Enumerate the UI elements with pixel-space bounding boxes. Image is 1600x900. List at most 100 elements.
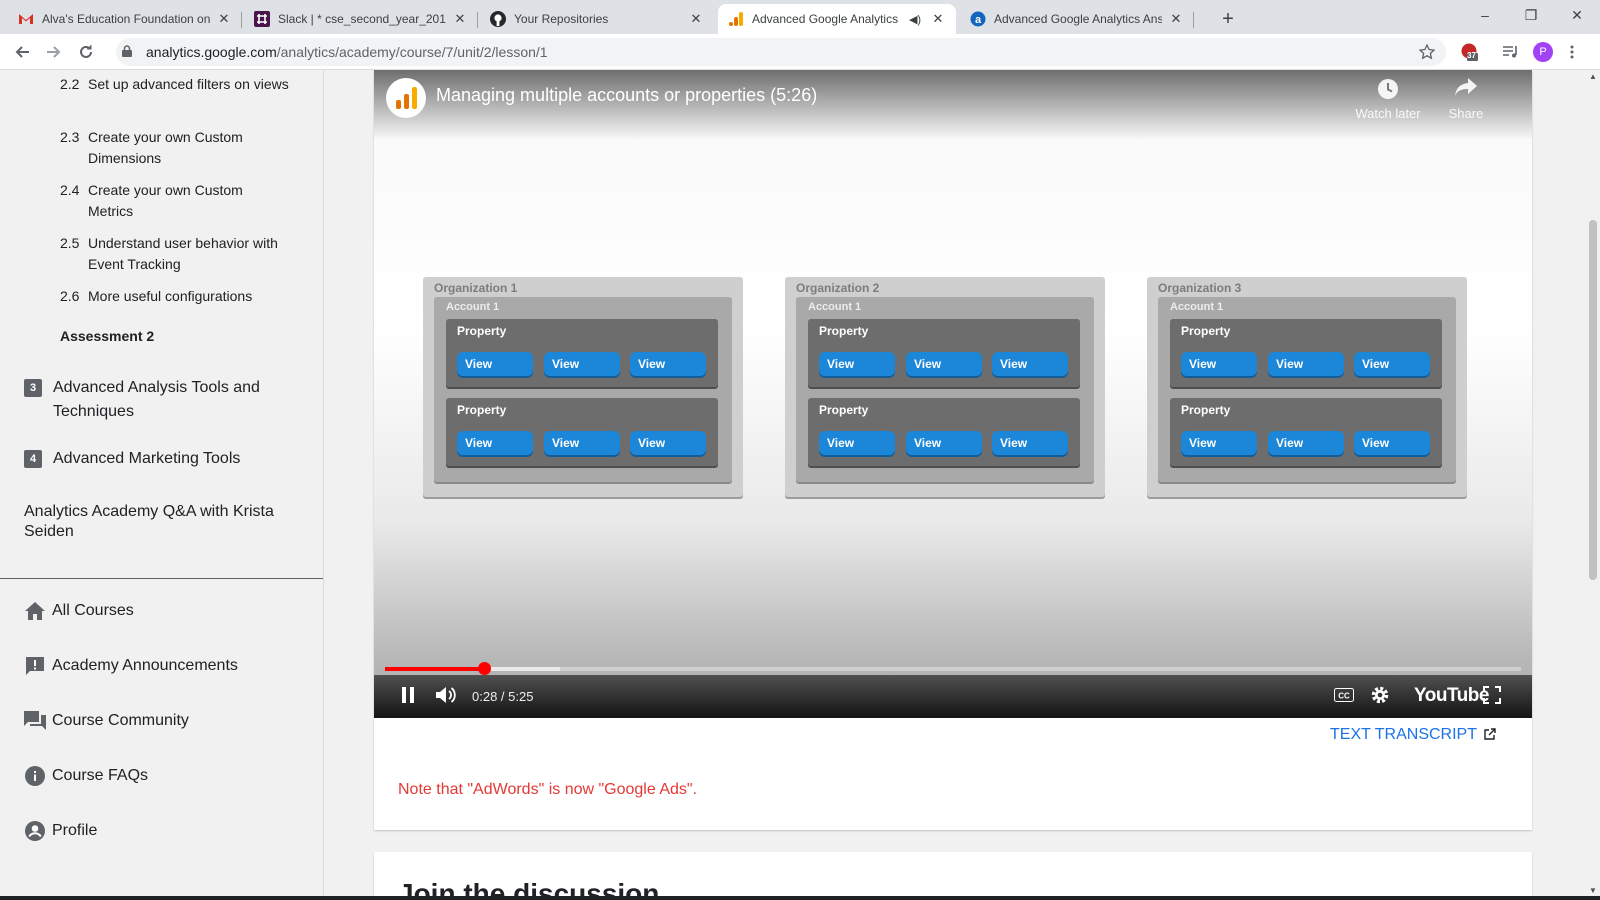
url-host: analytics.google.com bbox=[146, 44, 277, 60]
video-title[interactable]: Managing multiple accounts or properties… bbox=[436, 85, 817, 106]
profile-initial: P bbox=[1533, 42, 1553, 62]
menu-item-label: Course FAQs bbox=[52, 767, 149, 784]
tab-answers[interactable]: a Advanced Google Analytics Answ ✕ bbox=[960, 4, 1194, 34]
tab-slack[interactable]: Slack | * cse_second_year_2019_2 ✕ bbox=[244, 4, 478, 34]
organization-box: Organization 3 Account 1 Property View View V… bbox=[1147, 277, 1467, 497]
back-arrow-icon[interactable] bbox=[10, 40, 34, 64]
youtube-logo[interactable]: YouTube bbox=[1414, 685, 1489, 707]
close-icon[interactable]: ✕ bbox=[216, 11, 232, 27]
minimize-button[interactable]: – bbox=[1462, 0, 1508, 30]
view-box: View bbox=[1354, 431, 1430, 455]
account-icon bbox=[24, 820, 46, 842]
captions-icon[interactable]: CC bbox=[1332, 683, 1356, 707]
account-label: Account 1 bbox=[446, 301, 500, 313]
media-control-icon[interactable] bbox=[1502, 43, 1520, 61]
property-label: Property bbox=[819, 403, 869, 417]
close-icon[interactable]: ✕ bbox=[1168, 11, 1184, 27]
slack-icon bbox=[254, 11, 270, 27]
scrubber-handle[interactable] bbox=[477, 662, 491, 675]
menu-item-profile[interactable]: Profile bbox=[24, 820, 97, 842]
view-box: View bbox=[819, 352, 895, 376]
pause-icon[interactable] bbox=[396, 683, 420, 707]
property-box: Property View View View bbox=[446, 398, 718, 466]
fullscreen-icon[interactable] bbox=[1480, 683, 1504, 707]
analytics-icon bbox=[728, 11, 744, 27]
close-icon[interactable]: ✕ bbox=[930, 11, 946, 27]
share-button[interactable]: Share bbox=[1426, 78, 1506, 121]
unit-number-badge: 4 bbox=[24, 450, 42, 468]
progress-bar[interactable] bbox=[385, 662, 1521, 675]
progress-played bbox=[385, 667, 484, 671]
unit-link[interactable]: 3 Advanced Analysis Tools and Techniques bbox=[24, 376, 294, 424]
assessment-link[interactable]: Assessment 2 bbox=[60, 328, 154, 344]
watch-later-button[interactable]: Watch later bbox=[1348, 78, 1428, 121]
unit-label: Advanced Analysis Tools and Techniques bbox=[53, 379, 260, 420]
menu-item-all-courses[interactable]: All Courses bbox=[24, 600, 134, 622]
course-sidebar: 2.2 Set up advanced filters on views 2.3… bbox=[0, 70, 324, 900]
tab-advanced-google-analytics[interactable]: Advanced Google Analytics ◀) ✕ bbox=[718, 4, 956, 34]
adblock-extension-icon[interactable]: 37 bbox=[1458, 43, 1480, 61]
maximize-button[interactable]: ❐ bbox=[1508, 0, 1554, 30]
lesson-link[interactable]: 2.5 Understand user behavior with Event … bbox=[60, 233, 290, 275]
avatar[interactable]: P bbox=[1532, 42, 1554, 62]
scroll-thumb[interactable] bbox=[1589, 220, 1597, 580]
lesson-label: Understand user behavior with Event Trac… bbox=[88, 235, 278, 272]
tab-strip: Alva's Education Foundation on S ✕ Slack… bbox=[0, 0, 1600, 34]
close-icon[interactable]: ✕ bbox=[688, 11, 704, 27]
announcement-icon bbox=[24, 655, 46, 677]
scroll-down-arrow-icon[interactable]: ▼ bbox=[1586, 886, 1600, 895]
view-box: View bbox=[630, 431, 706, 455]
lesson-link[interactable]: 2.3 Create your own Custom Dimensions bbox=[60, 127, 290, 169]
view-box: View bbox=[992, 431, 1068, 455]
tab-title: Slack | * cse_second_year_2019_2 bbox=[278, 12, 446, 26]
view-box: View bbox=[544, 431, 620, 455]
video-controls: 0:28 / 5:25 CC YouTube bbox=[374, 675, 1532, 718]
lesson-link[interactable]: 2.2 Set up advanced filters on views bbox=[60, 74, 290, 95]
property-label: Property bbox=[457, 324, 507, 338]
menu-item-announcements[interactable]: Academy Announcements bbox=[24, 655, 238, 677]
lesson-link[interactable]: 2.4 Create your own Custom Metrics bbox=[60, 180, 290, 222]
lesson-label: Create your own Custom Dimensions bbox=[88, 129, 243, 166]
account-box: Account 1 Property View View View Property Vie… bbox=[434, 297, 732, 482]
reload-icon[interactable] bbox=[74, 40, 98, 64]
unit-link[interactable]: 4 Advanced Marketing Tools bbox=[24, 447, 294, 471]
speaker-icon[interactable]: ◀) bbox=[906, 13, 924, 26]
lock-icon bbox=[122, 44, 136, 60]
menu-item-course-faqs[interactable]: Course FAQs bbox=[24, 765, 148, 787]
page-scrollbar[interactable]: ▲ ▼ bbox=[1586, 70, 1600, 900]
menu-item-label: Profile bbox=[52, 822, 98, 839]
qa-link[interactable]: Analytics Academy Q&A with Krista Seiden bbox=[24, 502, 294, 542]
tab-separator bbox=[477, 12, 478, 28]
window-close-button[interactable]: ✕ bbox=[1554, 0, 1600, 30]
view-box: View bbox=[457, 431, 533, 455]
tab-github[interactable]: Your Repositories ✕ bbox=[480, 4, 714, 34]
lesson-link[interactable]: 2.6 More useful configurations bbox=[60, 286, 300, 307]
text-transcript-link[interactable]: TEXT TRANSCRIPT bbox=[1330, 726, 1496, 744]
menu-item-label: All Courses bbox=[52, 602, 134, 619]
unit-number-badge: 3 bbox=[24, 379, 42, 397]
star-icon[interactable] bbox=[1418, 43, 1436, 61]
analytics-logo-icon[interactable] bbox=[386, 78, 426, 118]
settings-gear-icon[interactable] bbox=[1368, 683, 1392, 707]
url-path: /analytics/academy/course/7/unit/2/lesso… bbox=[276, 44, 548, 60]
address-bar[interactable]: analytics.google.com/analytics/academy/c… bbox=[116, 38, 1446, 66]
tab-gmail[interactable]: Alva's Education Foundation on S ✕ bbox=[8, 4, 242, 34]
lesson-label: Set up advanced filters on views bbox=[88, 76, 289, 92]
adwords-note: Note that "AdWords" is now "Google Ads". bbox=[398, 781, 698, 798]
organization-box: Organization 2 Account 1 Property View View V… bbox=[785, 277, 1105, 497]
view-box: View bbox=[1181, 352, 1257, 376]
lesson-label: More useful configurations bbox=[88, 288, 253, 304]
view-box: View bbox=[1268, 352, 1344, 376]
menu-item-course-community[interactable]: Course Community bbox=[24, 710, 189, 732]
forward-arrow-icon[interactable] bbox=[42, 40, 66, 64]
video-player[interactable]: Managing multiple accounts or properties… bbox=[374, 70, 1532, 718]
kebab-menu-icon[interactable] bbox=[1566, 43, 1578, 61]
new-tab-button[interactable]: + bbox=[1214, 5, 1242, 33]
view-box: View bbox=[630, 352, 706, 376]
volume-icon[interactable] bbox=[434, 683, 460, 707]
close-icon[interactable]: ✕ bbox=[452, 11, 468, 27]
menu-item-label: Course Community bbox=[52, 712, 189, 729]
scroll-up-arrow-icon[interactable]: ▲ bbox=[1586, 72, 1600, 81]
watch-later-label: Watch later bbox=[1355, 106, 1421, 121]
forum-icon bbox=[24, 710, 46, 732]
